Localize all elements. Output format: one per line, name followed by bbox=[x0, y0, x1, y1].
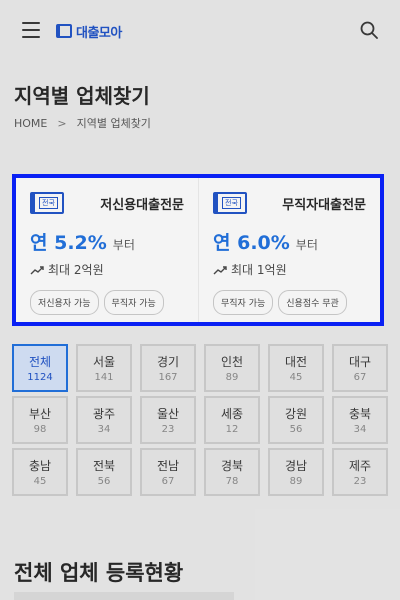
region-button[interactable]: 광주 34 bbox=[76, 396, 132, 444]
card-max-amount: 최대 2억원 bbox=[48, 263, 104, 277]
region-count: 67 bbox=[353, 372, 367, 383]
region-name: 경남 bbox=[284, 459, 308, 473]
breadcrumb: HOME > 지역별 업체찾기 bbox=[14, 115, 151, 131]
region-button[interactable]: 전체 1124 bbox=[12, 344, 68, 392]
region-name: 제주 bbox=[348, 459, 372, 473]
region-button[interactable]: 경북 78 bbox=[204, 448, 260, 496]
card-rate: 연 5.2% bbox=[30, 232, 107, 254]
page-title: 지역별 업체찾기 bbox=[14, 84, 150, 108]
trend-up-icon bbox=[213, 265, 227, 274]
region-count: 45 bbox=[289, 372, 303, 383]
search-icon[interactable] bbox=[360, 21, 378, 39]
card-rate: 연 6.0% bbox=[213, 232, 290, 254]
region-count: 98 bbox=[33, 424, 47, 435]
region-count: 167 bbox=[158, 372, 178, 383]
region-button[interactable]: 울산 23 bbox=[140, 396, 196, 444]
loan-card[interactable]: 전국 무직자대출전문 연 6.0% 부터 최대 1억원 무직자 가능 신용점수 … bbox=[198, 178, 380, 322]
region-button[interactable]: 대구 67 bbox=[332, 344, 388, 392]
region-count: 1124 bbox=[27, 372, 53, 383]
region-button[interactable]: 제주 23 bbox=[332, 448, 388, 496]
card-tag: 무직자 가능 bbox=[213, 290, 274, 315]
region-name: 대구 bbox=[348, 355, 372, 369]
region-name: 광주 bbox=[92, 407, 116, 421]
card-tag: 신용점수 무관 bbox=[278, 290, 347, 315]
region-button[interactable]: 세종 12 bbox=[204, 396, 260, 444]
region-count: 89 bbox=[225, 372, 239, 383]
breadcrumb-home[interactable]: HOME bbox=[14, 117, 47, 130]
region-name: 전남 bbox=[156, 459, 180, 473]
region-count: 45 bbox=[33, 476, 47, 487]
region-button[interactable]: 충남 45 bbox=[12, 448, 68, 496]
region-name: 울산 bbox=[156, 407, 180, 421]
region-count: 12 bbox=[225, 424, 239, 435]
section-subtext-placeholder bbox=[14, 592, 234, 600]
region-count: 56 bbox=[289, 424, 303, 435]
card-title: 무직자대출전문 bbox=[282, 197, 366, 213]
region-name: 강원 bbox=[284, 407, 308, 421]
region-name: 서울 bbox=[92, 355, 116, 369]
region-button[interactable]: 부산 98 bbox=[12, 396, 68, 444]
region-button[interactable]: 대전 45 bbox=[268, 344, 324, 392]
region-button[interactable]: 인천 89 bbox=[204, 344, 260, 392]
loan-card[interactable]: 전국 저신용대출전문 연 5.2% 부터 최대 2억원 저신용자 가능 무직자 … bbox=[16, 178, 198, 322]
region-name: 경기 bbox=[156, 355, 180, 369]
breadcrumb-current: 지역별 업체찾기 bbox=[76, 117, 151, 130]
region-button[interactable]: 경기 167 bbox=[140, 344, 196, 392]
logo-text: 대출모아 bbox=[76, 25, 122, 41]
region-name: 전북 bbox=[92, 459, 116, 473]
nationwide-badge-icon: 전국 bbox=[213, 192, 247, 214]
region-count: 34 bbox=[97, 424, 111, 435]
card-title: 저신용대출전문 bbox=[100, 197, 184, 213]
region-name: 부산 bbox=[28, 407, 52, 421]
region-count: 78 bbox=[225, 476, 239, 487]
region-name: 세종 bbox=[220, 407, 244, 421]
logo-mark-icon bbox=[56, 24, 72, 38]
region-button[interactable]: 경남 89 bbox=[268, 448, 324, 496]
region-button[interactable]: 서울 141 bbox=[76, 344, 132, 392]
section-title: 전체 업체 등록현황 bbox=[14, 561, 184, 585]
nationwide-badge-icon: 전국 bbox=[30, 192, 64, 214]
card-max-amount: 최대 1억원 bbox=[231, 263, 287, 277]
region-count: 34 bbox=[353, 424, 367, 435]
region-name: 경북 bbox=[220, 459, 244, 473]
card-tag: 저신용자 가능 bbox=[30, 290, 99, 315]
region-button[interactable]: 강원 56 bbox=[268, 396, 324, 444]
region-grid: 전체 1124 서울 141 경기 167 인천 89 대전 45 대구 67 부산 98 광주 34 울산 23… bbox=[12, 344, 388, 496]
region-count: 23 bbox=[161, 424, 175, 435]
trend-up-icon bbox=[30, 265, 44, 274]
featured-cards: 전국 저신용대출전문 연 5.2% 부터 최대 2억원 저신용자 가능 무직자 … bbox=[12, 174, 384, 326]
region-button[interactable]: 전북 56 bbox=[76, 448, 132, 496]
region-count: 23 bbox=[353, 476, 367, 487]
region-count: 56 bbox=[97, 476, 111, 487]
region-name: 대전 bbox=[284, 355, 308, 369]
region-name: 충북 bbox=[348, 407, 372, 421]
card-tag: 무직자 가능 bbox=[103, 290, 164, 315]
region-name: 충남 bbox=[28, 459, 52, 473]
hamburger-menu-icon[interactable] bbox=[22, 22, 40, 38]
region-count: 89 bbox=[289, 476, 303, 487]
card-rate-suffix: 부터 bbox=[295, 238, 318, 252]
region-button[interactable]: 충북 34 bbox=[332, 396, 388, 444]
site-logo[interactable]: 대출모아 bbox=[56, 22, 122, 41]
breadcrumb-separator: > bbox=[57, 116, 67, 130]
region-name: 전체 bbox=[28, 355, 52, 369]
region-name: 인천 bbox=[220, 355, 244, 369]
region-count: 67 bbox=[161, 476, 175, 487]
card-rate-suffix: 부터 bbox=[112, 238, 135, 252]
top-header: 대출모아 bbox=[0, 0, 400, 62]
region-count: 141 bbox=[94, 372, 114, 383]
region-button[interactable]: 전남 67 bbox=[140, 448, 196, 496]
